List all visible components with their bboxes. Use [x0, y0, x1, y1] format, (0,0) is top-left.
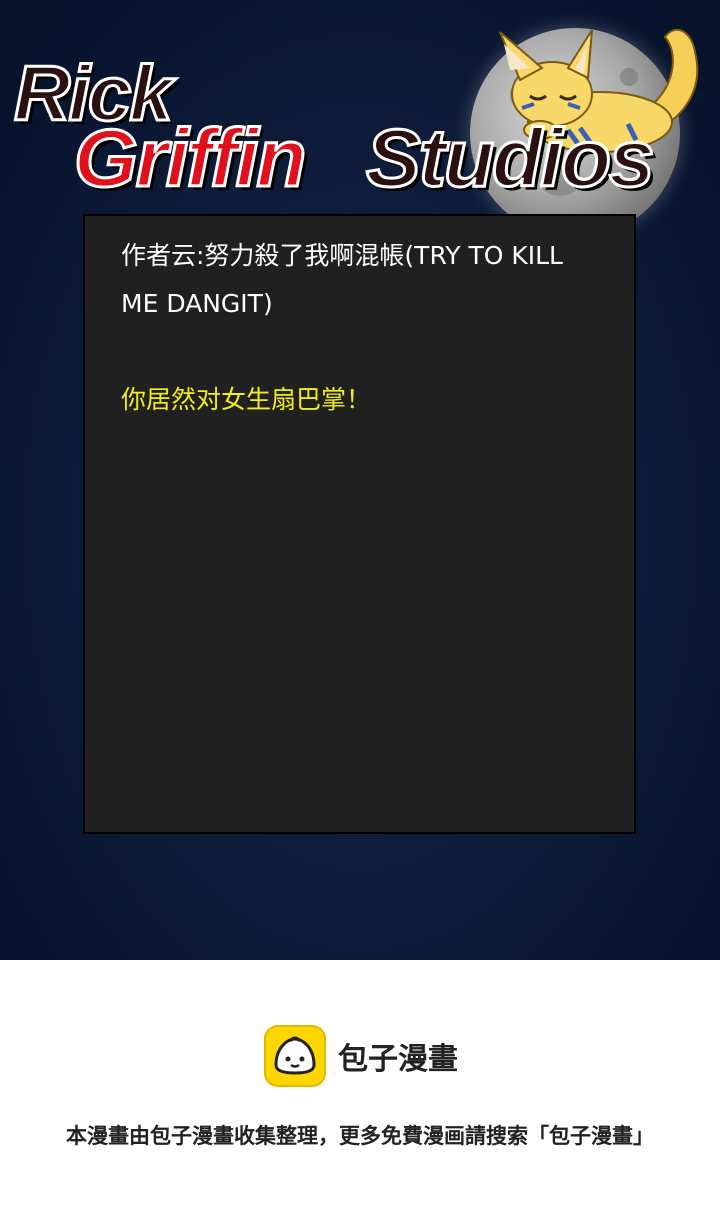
- brand-link[interactable]: 包子漫畫: [264, 1024, 458, 1088]
- studio-logo: Rick Griffin Studios: [13, 48, 714, 204]
- source-notice: 本漫畫由包子漫畫收集整理，更多免費漫画請搜索「包子漫畫」: [66, 1124, 654, 1148]
- translation-line: 你居然对女生扇巴掌！: [121, 385, 372, 414]
- author-note-line1: 作者云:努力殺了我啊混帳(TRY TO KILL: [121, 241, 563, 270]
- footer: 包子漫畫 本漫畫由包子漫畫收集整理，更多免費漫画請搜索「包子漫畫」: [0, 960, 720, 1213]
- comic-page: Rick Griffin Studios 作者云:努力殺了我啊混帳(TRY TO…: [0, 0, 720, 960]
- logo-word-studios: Studios: [365, 113, 657, 204]
- bao-bun-icon: [264, 1025, 326, 1087]
- author-note-line2: ME DANGIT): [121, 289, 273, 318]
- brand-name: 包子漫畫: [338, 1042, 458, 1077]
- caption-panel: 作者云:努力殺了我啊混帳(TRY TO KILL ME DANGIT) 你居然对…: [83, 214, 636, 834]
- logo-word-griffin: Griffin: [72, 113, 307, 204]
